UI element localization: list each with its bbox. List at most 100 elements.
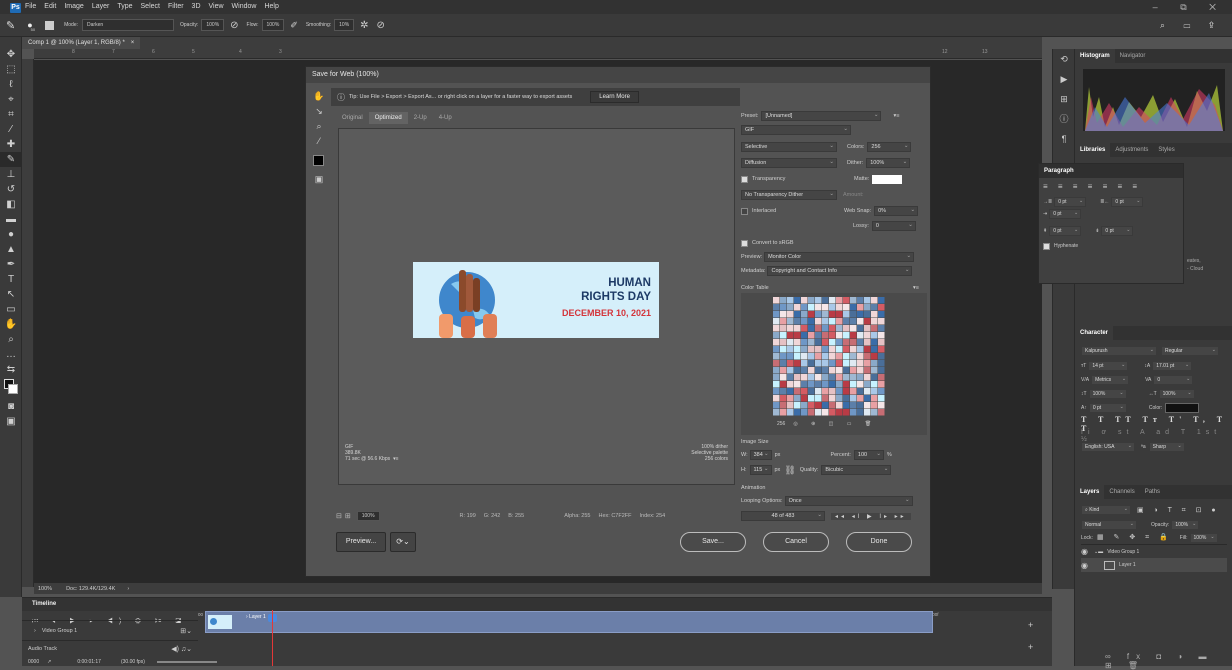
color-table-swatch[interactable] (864, 311, 871, 318)
color-table-swatch[interactable] (843, 402, 850, 409)
color-table-swatch[interactable] (794, 304, 801, 311)
color-table-swatch[interactable] (780, 374, 787, 381)
color-table-swatch[interactable] (836, 325, 843, 332)
color-table-swatch[interactable] (780, 402, 787, 409)
color-table-swatch[interactable] (850, 318, 857, 325)
layer-row-group[interactable]: ◉ ⌄▬ Video Group 1 (1081, 544, 1227, 558)
color-table-swatch[interactable] (871, 325, 878, 332)
color-table-swatch[interactable] (822, 409, 829, 416)
color-table-swatch[interactable] (787, 311, 794, 318)
color-table-swatch[interactable] (843, 395, 850, 402)
color-table-swatch[interactable] (878, 402, 885, 409)
color-table-swatch[interactable] (857, 332, 864, 339)
websnap-field[interactable]: 0% (874, 206, 919, 216)
lasso-tool-icon[interactable]: ℓ (0, 77, 22, 92)
color-table-swatch[interactable] (794, 374, 801, 381)
color-table-swatch[interactable] (822, 367, 829, 374)
color-table-swatch[interactable] (787, 367, 794, 374)
color-table-swatch[interactable] (822, 395, 829, 402)
color-table-swatch[interactable] (864, 409, 871, 416)
color-table-swatch[interactable] (808, 346, 815, 353)
color-table-swatch[interactable] (878, 353, 885, 360)
color-table-swatch[interactable] (850, 332, 857, 339)
color-table-swatch[interactable] (843, 409, 850, 416)
color-table-swatch[interactable] (850, 297, 857, 304)
color-table-swatch[interactable] (815, 297, 822, 304)
color-table-swatch[interactable] (857, 388, 864, 395)
track-audio[interactable]: Audio Track ◀) ♫⌄ (22, 640, 198, 656)
color-table-swatch[interactable] (787, 409, 794, 416)
color-table-swatch[interactable] (864, 346, 871, 353)
color-table-swatch[interactable] (878, 381, 885, 388)
color-table-swatch[interactable] (864, 374, 871, 381)
tab-2-up[interactable]: 2-Up (408, 112, 433, 124)
dither-field[interactable]: 100% (866, 158, 911, 168)
color-table-swatch[interactable] (815, 402, 822, 409)
color-table-swatch[interactable] (787, 339, 794, 346)
color-table-swatch[interactable] (864, 304, 871, 311)
color-table-swatch[interactable] (843, 346, 850, 353)
color-table-swatch[interactable] (857, 360, 864, 367)
color-table-swatch[interactable] (773, 367, 780, 374)
zoom-tool-icon[interactable]: ⌕ (0, 332, 22, 347)
color-table-swatch[interactable] (871, 367, 878, 374)
color-table-swatch[interactable] (864, 339, 871, 346)
color-table-swatch[interactable] (829, 367, 836, 374)
path-select-tool-icon[interactable]: ↖ (0, 287, 22, 302)
color-table-swatch[interactable] (787, 395, 794, 402)
video-clip[interactable]: › Layer 1 (205, 611, 933, 633)
color-table-swatch[interactable] (871, 304, 878, 311)
brush-tool-icon[interactable]: ✎ (6, 19, 15, 32)
tab-libraries[interactable]: Libraries (1075, 143, 1111, 157)
color-table-swatch[interactable] (836, 381, 843, 388)
color-table-swatch[interactable] (808, 339, 815, 346)
color-table-swatch[interactable] (864, 402, 871, 409)
color-table-swatch[interactable] (794, 353, 801, 360)
color-table-swatch[interactable] (836, 353, 843, 360)
color-table-swatch[interactable] (787, 318, 794, 325)
zoom-in-icon[interactable]: ⊞ (345, 512, 351, 520)
menu-layer[interactable]: Layer (92, 0, 110, 14)
color-table-swatch[interactable] (871, 339, 878, 346)
brush-tool-icon-active[interactable]: ✎ (0, 152, 22, 167)
color-table-swatch[interactable] (808, 395, 815, 402)
color-table-menu-icon[interactable]: ▾≡ (913, 285, 919, 291)
color-table-swatch[interactable] (808, 325, 815, 332)
text-color-swatch[interactable] (1165, 403, 1200, 413)
color-table-swatch[interactable] (864, 353, 871, 360)
layer-action-icons[interactable]: ∞ fx ◘ ◑ ▬ ⊞ 🗑 (1105, 652, 1232, 670)
color-table-swatch[interactable] (836, 388, 843, 395)
history-panel-icon[interactable]: ⟲ (1053, 49, 1075, 69)
color-table-swatch[interactable] (773, 332, 780, 339)
tab-4-up[interactable]: 4-Up (433, 112, 458, 124)
looping-dropdown[interactable]: Once (784, 496, 913, 506)
color-table-swatch[interactable] (822, 353, 829, 360)
color-table-swatch[interactable] (773, 360, 780, 367)
color-table-swatch[interactable] (808, 367, 815, 374)
interlaced-checkbox[interactable] (741, 207, 748, 215)
color-table-swatch[interactable] (815, 318, 822, 325)
color-table-swatch[interactable] (857, 339, 864, 346)
color-table-swatch[interactable] (878, 297, 885, 304)
optimize-menu-icon[interactable]: ▾≡ (893, 113, 899, 119)
colors-dropdown[interactable]: 256 (867, 142, 912, 152)
pressure-size-icon[interactable]: ⊘ (377, 20, 385, 31)
blur-tool-icon[interactable]: ● (0, 227, 22, 242)
preview-color-dropdown[interactable]: Monitor Color (764, 252, 915, 262)
color-table-swatch[interactable] (878, 339, 885, 346)
actions-play-icon[interactable]: ▶ (1053, 69, 1075, 89)
color-table-swatch[interactable] (871, 346, 878, 353)
metadata-dropdown[interactable]: Copyright and Contact Info (767, 266, 913, 276)
color-table-swatch[interactable] (801, 367, 808, 374)
color-table-swatch[interactable] (850, 374, 857, 381)
indent-right-field[interactable]: 0 pt (1111, 197, 1144, 207)
animation-playback-controls[interactable]: ◂◂ ◂I ▶ I▸ ▸▸ (831, 512, 911, 520)
tab-layers[interactable]: Layers (1075, 485, 1105, 499)
layer-filter-icons[interactable]: ▣ ◑ T ⌗ ⊡ ● (1137, 506, 1220, 515)
language-dropdown[interactable]: English: USA (1081, 442, 1135, 452)
color-table-swatch[interactable] (801, 311, 808, 318)
color-table-swatch[interactable] (878, 409, 885, 416)
color-table-swatch[interactable] (829, 353, 836, 360)
color-table-swatch[interactable] (850, 304, 857, 311)
color-table-swatch[interactable] (801, 402, 808, 409)
